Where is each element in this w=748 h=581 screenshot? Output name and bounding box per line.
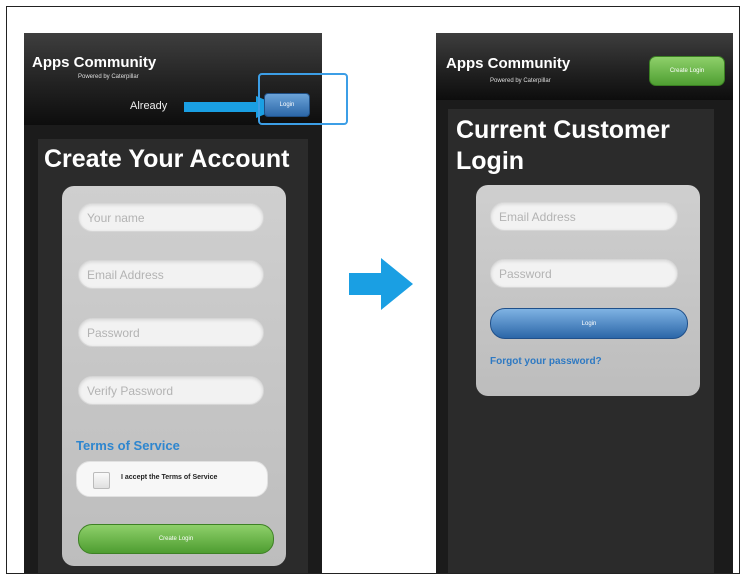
powered-by-text: Powered by Caterpillar (78, 74, 139, 80)
already-text: Already (130, 100, 168, 112)
signup-form: Your name Email Address Password Verify … (62, 186, 286, 566)
terms-of-service-link[interactable]: Terms of Service (76, 438, 180, 453)
login-highlight-box (258, 73, 348, 125)
forgot-password-link[interactable]: Forgot your password? (490, 356, 602, 367)
password-field[interactable]: Password (78, 318, 264, 347)
powered-by-text: Powered by Caterpillar (490, 78, 551, 84)
content-panel: Create Your Account Your name Email Addr… (38, 139, 308, 573)
accept-terms-checkbox[interactable] (93, 472, 110, 489)
app-title: Apps Community (446, 55, 571, 72)
content-panel: Current Customer Login Email Address Pas… (448, 109, 714, 573)
customer-login-screen: Apps Community Powered by Caterpillar Cr… (436, 33, 733, 573)
flow-arrow-icon (349, 258, 413, 310)
accept-terms-row[interactable]: I accept the Terms of Service (76, 461, 268, 497)
accept-terms-label: I accept the Terms of Service (121, 474, 218, 481)
email-field[interactable]: Email Address (490, 202, 678, 231)
create-login-button[interactable]: Create Login (649, 56, 725, 86)
screen-title: Current Customer Login (456, 116, 670, 175)
app-header: Apps Community Powered by Caterpillar Cr… (436, 33, 733, 100)
name-field[interactable]: Your name (78, 203, 264, 232)
login-form: Email Address Password Login Forgot your… (476, 185, 700, 396)
screen-title: Create Your Account (44, 145, 290, 173)
email-field[interactable]: Email Address (78, 260, 264, 289)
password-field[interactable]: Password (490, 259, 678, 288)
create-login-button[interactable]: Create Login (78, 524, 274, 554)
verify-password-field[interactable]: Verify Password (78, 376, 264, 405)
app-title: Apps Community (32, 54, 157, 71)
login-button[interactable]: Login (490, 308, 688, 339)
